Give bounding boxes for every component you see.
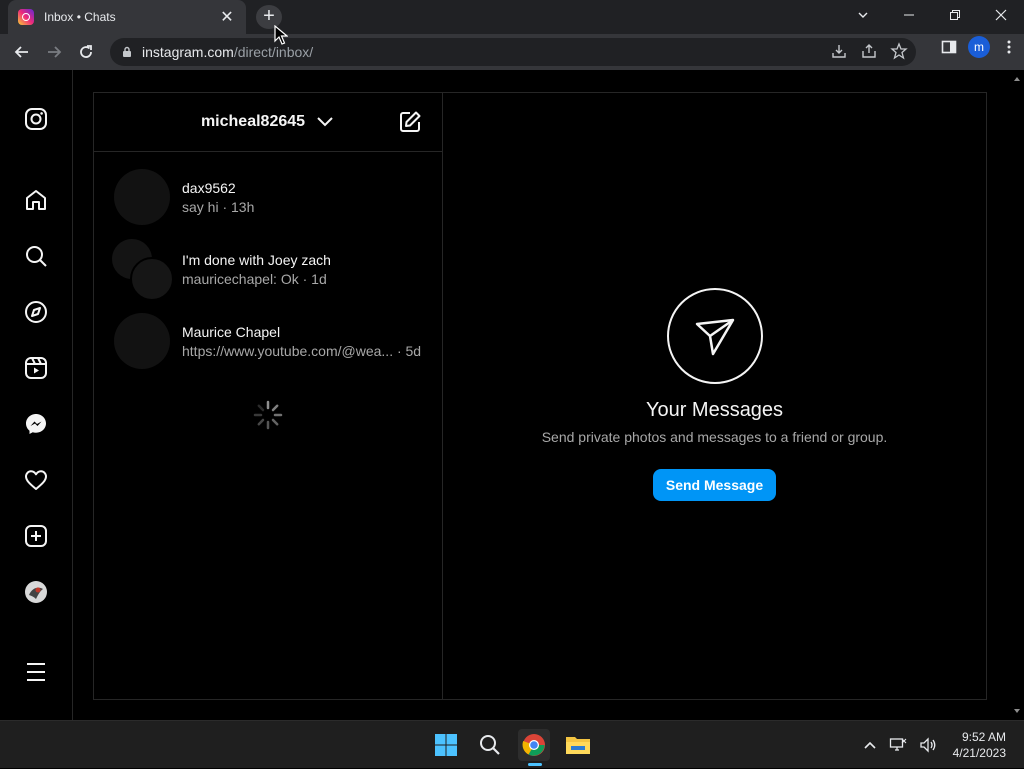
reload-icon [80,45,92,58]
arrow-left-icon [14,46,28,58]
message-detail-pane: Your Messages Send private photos and me… [443,93,986,699]
arrow-right-icon [48,46,62,58]
share-icon[interactable] [860,42,878,60]
minimize-icon [904,14,914,16]
browser-tab-strip: Inbox • Chats ✕ + [0,0,1024,34]
thread-item[interactable]: I'm done with Joey zach mauricechapel: O… [94,233,442,305]
profile-picture-icon[interactable] [24,580,48,604]
taskbar-search-button[interactable] [474,729,506,761]
windows-logo-icon [435,734,457,756]
side-panel-icon[interactable] [940,38,958,56]
send-message-button[interactable]: Send Message [653,469,776,501]
install-app-icon[interactable] [830,42,848,60]
browser-toolbar: instagram.com/direct/inbox/ m [0,34,1024,70]
tab-close-button[interactable]: ✕ [218,7,236,27]
close-icon [995,9,1007,21]
explore-icon[interactable] [24,300,48,324]
folder-icon [566,737,590,754]
thread-list-pane: micheal82645 dax9562 say hi · 13h I'm do… [94,93,443,699]
thread-item[interactable]: dax9562 say hi · 13h [94,161,442,233]
thread-preview: say hi · 13h [182,198,255,215]
inbox-header: micheal82645 [94,93,442,152]
browser-tab[interactable]: Inbox • Chats ✕ [8,0,246,34]
mouse-cursor-icon [274,25,288,45]
window-controls [840,0,1024,30]
lock-icon [123,46,131,57]
avatar [114,313,170,369]
active-app-indicator [528,763,542,766]
heart-icon[interactable] [24,468,48,492]
thread-item[interactable]: Maurice Chapel https://www.youtube.com/@… [94,305,442,377]
omnibox-actions [830,42,908,60]
menu-dots-icon[interactable] [1000,38,1018,56]
toolbar-right: m [940,36,1018,58]
tab-search-button[interactable] [840,0,886,30]
empty-state-title: Your Messages [645,399,784,421]
create-post-icon[interactable] [24,524,48,548]
url-host: instagram.com [142,44,234,60]
minimize-button[interactable] [886,0,932,30]
scroll-down-icon[interactable] [1010,704,1024,718]
compose-icon [400,111,421,132]
group-avatar [112,239,174,301]
new-message-button[interactable] [398,110,422,134]
back-button[interactable] [6,36,38,68]
page-scrollbar[interactable] [1010,70,1024,720]
loading-spinner-icon [253,400,283,430]
reels-icon[interactable] [24,356,48,380]
more-menu-icon[interactable] [24,660,48,684]
account-switcher[interactable]: micheal82645 [201,113,305,131]
search-icon [480,735,500,755]
thread-text: I'm done with Joey zach mauricechapel: O… [182,252,331,287]
thread-preview: mauricechapel: Ok · 1d [182,270,327,287]
clock-time: 9:52 AM [961,730,1006,744]
thread-preview: https://www.youtube.com/@wea... · 5d [182,342,422,359]
taskbar-clock[interactable]: 9:52 AM 4/21/2023 [953,729,1006,761]
taskbar-chrome-button[interactable] [518,729,550,761]
paper-plane-icon [695,318,735,356]
reload-button[interactable] [70,36,102,68]
taskbar-file-explorer-button[interactable] [562,729,594,761]
avatar [114,169,170,225]
empty-state-subtitle: Send private photos and messages to a fr… [541,429,888,445]
address-bar[interactable]: instagram.com/direct/inbox/ [110,38,916,66]
thread-text: dax9562 say hi · 13h [182,180,254,215]
instagram-favicon-icon [18,9,34,25]
restore-button[interactable] [932,0,978,30]
home-icon[interactable] [24,188,48,212]
thread-text: Maurice Chapel https://www.youtube.com/@… [182,324,421,359]
chrome-logo-icon [522,734,545,756]
forward-button[interactable] [38,36,70,68]
windows-taskbar: 9:52 AM 4/21/2023 [0,720,1024,768]
restore-icon [950,10,960,20]
thread-name: dax9562 [182,179,236,196]
chevron-down-icon[interactable] [315,112,335,132]
search-icon[interactable] [24,244,48,268]
star-icon[interactable] [890,42,908,60]
chevron-down-icon [858,12,868,18]
instagram-sidebar [0,70,73,720]
profile-avatar[interactable]: m [968,36,990,58]
inbox-container: micheal82645 dax9562 say hi · 13h I'm do… [93,92,987,700]
network-icon[interactable] [889,737,907,753]
system-tray: 9:52 AM 4/21/2023 [857,721,1024,769]
instagram-page: micheal82645 dax9562 say hi · 13h I'm do… [0,70,1024,720]
thread-name: Maurice Chapel [182,323,281,340]
tab-title: Inbox • Chats [44,10,116,24]
messenger-icon[interactable] [24,412,48,436]
close-window-button[interactable] [978,0,1024,30]
start-button[interactable] [430,729,462,761]
scroll-up-icon[interactable] [1010,72,1024,86]
clock-date: 4/21/2023 [952,746,1006,760]
url-path: /direct/inbox/ [233,44,314,60]
messages-illustration [667,288,763,384]
speaker-icon[interactable] [919,737,937,753]
thread-name: I'm done with Joey zach [182,251,331,268]
chevron-up-icon[interactable] [863,738,877,752]
instagram-logo-icon[interactable] [24,107,48,131]
